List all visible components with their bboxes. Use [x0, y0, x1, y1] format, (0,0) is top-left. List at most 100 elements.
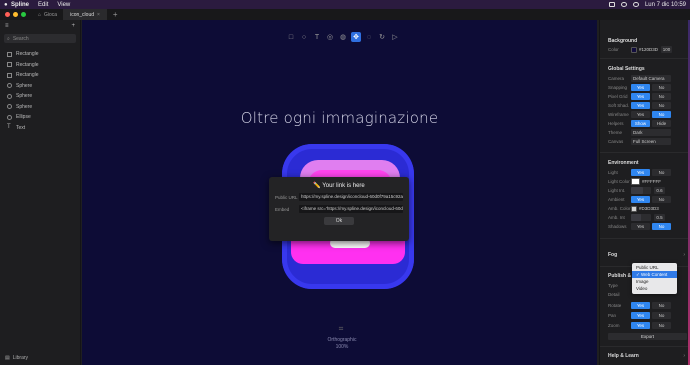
pixel-grid-yes-button[interactable]: Yes	[631, 93, 650, 100]
library-button[interactable]: ▤ Library	[5, 355, 28, 361]
minimize-window-button[interactable]	[13, 12, 18, 17]
zoom-window-button[interactable]	[21, 12, 26, 17]
list-item[interactable]: T Text	[0, 123, 80, 134]
rectangle-tool-icon[interactable]: □	[286, 32, 296, 42]
wireframe-yes-button[interactable]: Yes	[631, 111, 650, 118]
fog-section-title[interactable]: Fog	[608, 252, 617, 258]
slider-fill	[631, 214, 641, 221]
snapping-row: Snapping Yes No	[608, 84, 688, 91]
view-cube-icon[interactable]: ⌗	[336, 324, 346, 334]
pan-no-button[interactable]: No	[652, 312, 671, 319]
ok-button[interactable]: Ok	[324, 217, 354, 225]
light-no-button[interactable]: No	[652, 169, 671, 176]
pixel-grid-no-button[interactable]: No	[652, 93, 671, 100]
refresh-icon[interactable]: ↻	[377, 32, 387, 42]
search-icon[interactable]	[632, 2, 639, 7]
zoom-yes-button[interactable]: Yes	[631, 322, 650, 329]
chevron-right-icon[interactable]: ›	[683, 252, 685, 258]
objects-panel-header: ≡ +	[0, 20, 80, 32]
close-tab-icon[interactable]: ×	[97, 12, 100, 18]
public-url-field[interactable]: https://my.spline.design/iconcloud-60d0f…	[299, 193, 403, 201]
menu-edit[interactable]: Edit	[38, 2, 48, 8]
light-color-swatch[interactable]	[631, 178, 640, 185]
soft-shadows-no-button[interactable]: No	[652, 102, 671, 109]
menu-icon[interactable]: ≡	[5, 23, 9, 29]
canvas-select[interactable]: Full Screen	[631, 138, 671, 145]
ambient-yes-button[interactable]: Yes	[631, 196, 650, 203]
soft-shadows-label: Soft Shad.	[608, 103, 630, 108]
color-hex[interactable]: #120D3D	[639, 47, 658, 52]
dropdown-option-web-content[interactable]: ✓ Web Content	[632, 271, 677, 278]
help-section-title[interactable]: Help & Learn	[608, 353, 639, 359]
text-tool-icon[interactable]: T	[312, 32, 322, 42]
chevron-right-icon[interactable]: ›	[683, 353, 685, 359]
ellipse-tool-icon[interactable]: ○	[299, 32, 309, 42]
clock[interactable]: Lun 7 dic 10:59	[645, 2, 686, 8]
view-info[interactable]: Orthographic 100%	[312, 337, 372, 351]
shadows-no-button[interactable]: No	[652, 223, 671, 230]
theme-select[interactable]: Dark	[631, 129, 671, 136]
dropdown-option-public-url[interactable]: Public URL	[632, 264, 677, 271]
object-label: Sphere	[16, 82, 33, 89]
dropdown-option-image[interactable]: Image	[632, 278, 677, 285]
export-button[interactable]: Export	[608, 333, 687, 340]
shape-tool-icon[interactable]: ◎	[325, 32, 335, 42]
battery-icon[interactable]	[608, 2, 615, 7]
list-item[interactable]: Sphere	[0, 91, 80, 102]
object-tool-icon[interactable]: ◍	[338, 32, 348, 42]
pan-yes-button[interactable]: Yes	[631, 312, 650, 319]
light-color-hex[interactable]: #FFFFFF	[642, 179, 661, 184]
scene-headline[interactable]: Oltre ogni immaginazione	[82, 109, 597, 127]
list-item[interactable]: Rectangle	[0, 49, 80, 60]
comment-tool-icon[interactable]: ◌	[364, 32, 374, 42]
wifi-icon[interactable]	[620, 2, 627, 7]
soft-shadows-yes-button[interactable]: Yes	[631, 102, 650, 109]
color-opacity[interactable]: 100	[661, 46, 673, 53]
ambient-no-button[interactable]: No	[652, 196, 671, 203]
helpers-show-button[interactable]: Show	[631, 120, 650, 127]
list-item[interactable]: Rectangle	[0, 60, 80, 71]
list-item[interactable]: Ellipse	[0, 112, 80, 123]
ambient-intensity-value[interactable]: 0.5	[654, 214, 665, 221]
scene-canvas[interactable]: □ ○ T ◎ ◍ ✥ ◌ ↻ ▷ Oltre ogni immaginazio…	[82, 20, 597, 365]
rotate-yes-button[interactable]: Yes	[631, 302, 650, 309]
helpers-hide-button[interactable]: Hide	[652, 120, 671, 127]
close-window-button[interactable]	[5, 12, 10, 17]
play-icon[interactable]: ▷	[390, 32, 400, 42]
embed-field[interactable]: <iframe src='https://my.spline.design/ic…	[299, 205, 403, 213]
zoom-label: Zoom	[608, 323, 620, 328]
snapping-no-button[interactable]: No	[652, 84, 671, 91]
menu-view[interactable]: View	[57, 2, 70, 8]
list-item[interactable]: Rectangle	[0, 70, 80, 81]
move-tool-icon[interactable]: ✥	[351, 32, 361, 42]
light-yes-button[interactable]: Yes	[631, 169, 650, 176]
add-tab-button[interactable]: +	[113, 10, 118, 19]
camera-select[interactable]: Default Camera	[631, 75, 671, 82]
rotate-no-button[interactable]: No	[652, 302, 671, 309]
color-swatch[interactable]	[631, 46, 637, 53]
snapping-yes-button[interactable]: Yes	[631, 84, 650, 91]
light-intensity-value[interactable]: 0.6	[654, 187, 665, 194]
ambient-intensity-slider[interactable]	[631, 214, 651, 221]
soft-shadows-row: Soft Shad. Yes No	[608, 102, 688, 109]
text-icon: T	[7, 124, 11, 131]
type-label: Type	[608, 283, 618, 288]
ambient-color-row: Amb. Color #D3D3D3	[608, 205, 688, 212]
circle-icon	[7, 114, 12, 120]
search-input[interactable]: ⌕ Search	[4, 34, 76, 43]
dropdown-option-video[interactable]: Video	[632, 285, 677, 292]
zoom-no-button[interactable]: No	[652, 322, 671, 329]
ambient-color-swatch[interactable]	[631, 205, 637, 212]
list-item[interactable]: Sphere	[0, 102, 80, 113]
wireframe-no-button[interactable]: No	[652, 111, 671, 118]
menu-app-name[interactable]: Spline	[11, 2, 29, 8]
list-item[interactable]: Sphere	[0, 81, 80, 92]
apple-icon[interactable]: ●	[4, 2, 11, 8]
add-object-icon[interactable]: +	[71, 23, 75, 29]
ambient-color-hex[interactable]: #D3D3D3	[639, 206, 659, 211]
shadows-yes-button[interactable]: Yes	[631, 223, 650, 230]
light-intensity-slider[interactable]	[631, 187, 651, 194]
share-link-dialog: ✏️ Your link is here Public URL https://…	[269, 177, 409, 241]
tab-icon-cloud[interactable]: icon_cloud ×	[64, 9, 107, 20]
tab-gioca[interactable]: ⌂ Gioca	[32, 9, 65, 20]
